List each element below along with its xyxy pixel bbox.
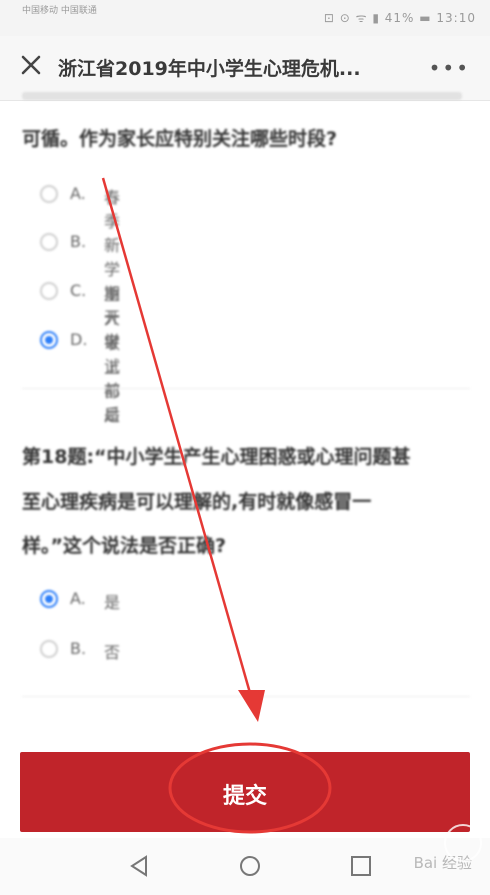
submit-label: 提交 [222,784,267,809]
page-title: 浙江省2019年中小学生心理危机... [58,58,361,80]
watermark: Bai 经验 [413,854,472,872]
radio-selected-icon[interactable] [40,590,58,608]
radio-icon[interactable] [40,233,58,251]
home-icon[interactable] [238,854,262,878]
radio-icon[interactable] [40,282,58,300]
close-icon[interactable] [16,50,46,80]
divider [22,388,470,389]
radio-selected-icon[interactable] [40,331,58,349]
divider [22,696,470,697]
carrier-text: 中国移动 中国联通 [22,6,97,16]
recents-icon[interactable] [350,855,372,877]
status-icons: ⊡ ⊙ ᯤ ▮ 41% ▬ 13:10 [323,11,476,25]
radio-icon[interactable] [40,185,58,203]
more-icon[interactable]: ••• [429,56,470,80]
back-icon[interactable] [128,854,150,878]
question-18-line2: 至心理疾病是可以理解的,有时就像感冒一 [22,491,372,513]
question-17-text: 可循。作为家长应特别关注哪些时段? [22,128,338,150]
quiz-content: 可循。作为家长应特别关注哪些时段? A. 春季 B. 新学期开学 C. 重大考试… [0,92,490,740]
question-18-line3: 样。”这个说法是否正确? [22,535,227,557]
question-18-line1: 第18题:“中小学生产生心理困惑或心理问题甚 [22,446,411,468]
status-bar: 中国移动 中国联通 ⊡ ⊙ ᯤ ▮ 41% ▬ 13:10 [0,0,490,36]
submit-button[interactable]: 提交 [20,752,470,832]
question-17-cut-line [22,92,462,100]
radio-icon[interactable] [40,640,58,658]
